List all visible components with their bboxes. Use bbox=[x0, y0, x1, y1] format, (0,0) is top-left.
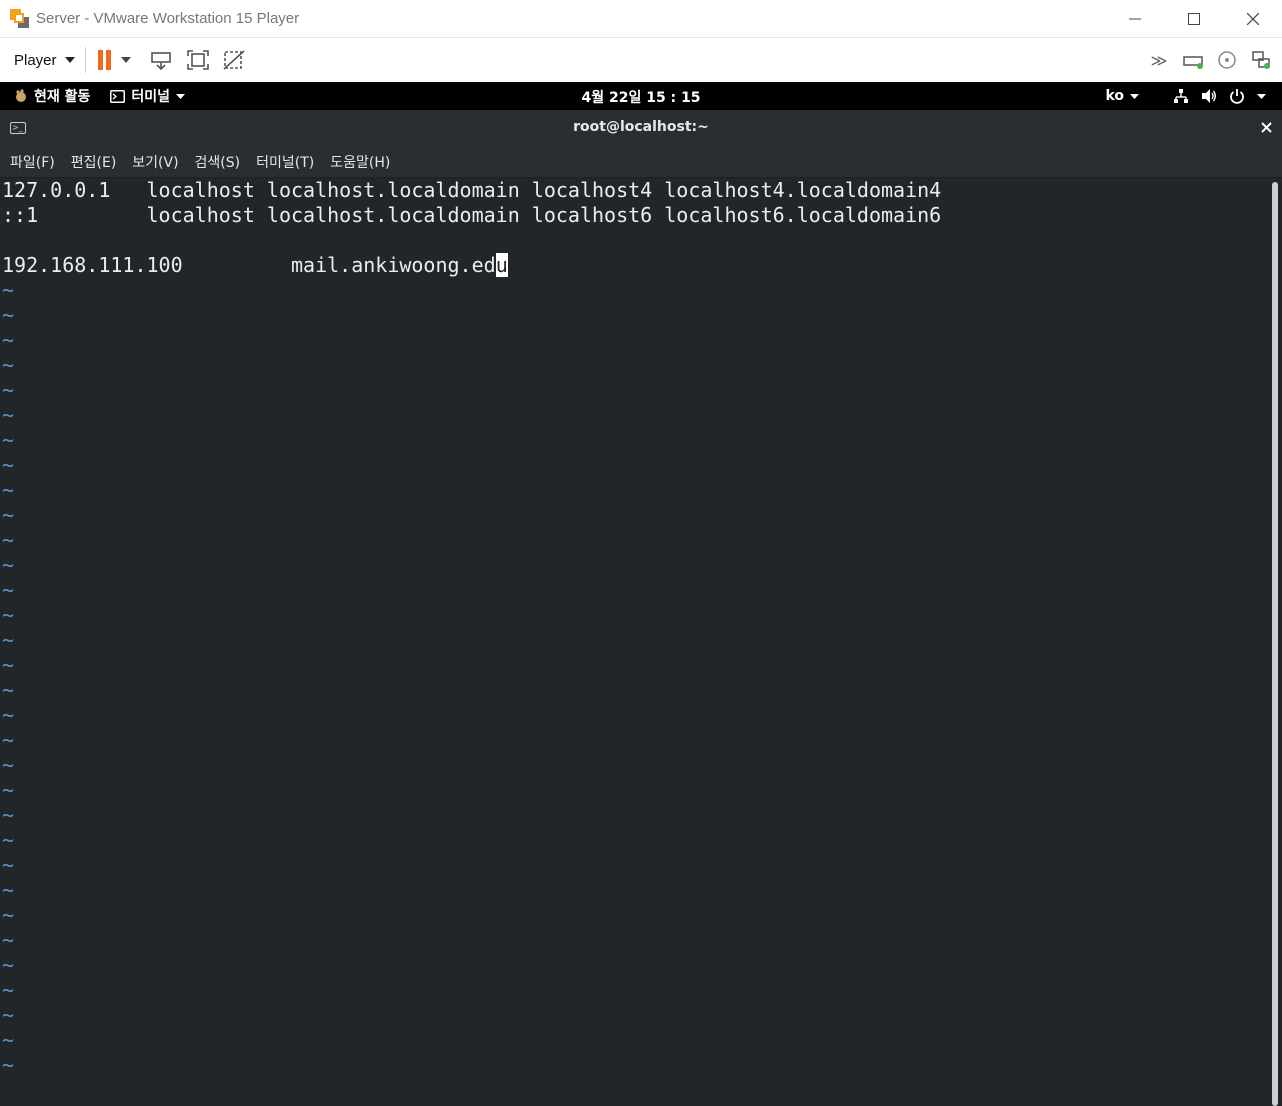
terminal-headerbar: >_ root@localhost:~ bbox=[0, 110, 1282, 146]
close-button[interactable] bbox=[1223, 0, 1282, 38]
activities-label: 현재 활동 bbox=[34, 89, 91, 105]
input-language-label: ko bbox=[1105, 88, 1124, 104]
vim-empty-line-tilde: ~ bbox=[2, 978, 15, 1002]
vim-empty-line-tilde: ~ bbox=[2, 778, 15, 802]
vim-empty-line-tilde: ~ bbox=[2, 653, 15, 677]
fullscreen-button[interactable] bbox=[185, 47, 211, 73]
unity-mode-button[interactable] bbox=[221, 47, 247, 73]
vim-empty-line-tilde: ~ bbox=[2, 353, 15, 377]
vim-buffer[interactable]: 127.0.0.1 localhost localhost.localdomai… bbox=[2, 178, 1267, 1078]
minimize-icon bbox=[1128, 18, 1141, 20]
menu-file[interactable]: 파일(F) bbox=[10, 152, 55, 172]
chevron-down-icon bbox=[1257, 93, 1266, 99]
vim-empty-line-tilde: ~ bbox=[2, 1053, 15, 1077]
close-icon bbox=[1246, 13, 1259, 25]
vim-empty-line-tilde: ~ bbox=[2, 278, 15, 302]
menu-search[interactable]: 검색(S) bbox=[195, 152, 241, 172]
vim-empty-line-tilde: ~ bbox=[2, 403, 15, 427]
terminal-body[interactable]: 127.0.0.1 localhost localhost.localdomai… bbox=[0, 178, 1282, 1106]
chevron-down-icon bbox=[176, 93, 186, 99]
maximize-button[interactable] bbox=[1164, 0, 1223, 38]
menu-edit[interactable]: 편집(E) bbox=[71, 152, 117, 172]
menu-view[interactable]: 보기(V) bbox=[132, 152, 178, 172]
vim-empty-line-tilde: ~ bbox=[2, 878, 15, 902]
menu-help[interactable]: 도움말(H) bbox=[330, 152, 390, 172]
pause-dropdown-chevron-icon[interactable] bbox=[120, 57, 131, 63]
input-method-menu[interactable]: ko bbox=[1105, 88, 1139, 104]
buffer-line bbox=[2, 228, 1267, 253]
text-cursor: u bbox=[495, 253, 508, 277]
pause-icon bbox=[97, 50, 103, 70]
vim-empty-line-tilde: ~ bbox=[2, 603, 15, 627]
buffer-line-current: 192.168.111.100 mail.ankiwoong.edu bbox=[2, 253, 1267, 278]
vim-empty-line-tilde: ~ bbox=[2, 1028, 15, 1052]
terminal-close-button[interactable] bbox=[1261, 118, 1272, 137]
vim-empty-line-tilde: ~ bbox=[2, 703, 15, 727]
network-wired-icon bbox=[1174, 89, 1188, 103]
activities-button[interactable]: 현재 활동 bbox=[14, 86, 90, 106]
chevron-down-icon bbox=[1130, 93, 1139, 99]
unity-icon bbox=[222, 50, 245, 70]
terminal-app-icon bbox=[110, 89, 126, 103]
vim-empty-line-tilde: ~ bbox=[2, 853, 15, 877]
pause-button[interactable] bbox=[97, 50, 111, 70]
power-icon bbox=[1230, 89, 1244, 104]
chevron-down-icon bbox=[64, 57, 75, 63]
app-menu-label: 터미널 bbox=[131, 89, 171, 105]
close-icon bbox=[1261, 122, 1272, 133]
volume-icon bbox=[1202, 89, 1216, 103]
gnome-foot-icon bbox=[16, 89, 26, 102]
terminal-tab-icon[interactable]: >_ bbox=[10, 122, 26, 134]
vim-empty-line-tilde: ~ bbox=[2, 453, 15, 477]
buffer-line-text: 192.168.111.100 mail.ankiwoong.ed bbox=[2, 253, 496, 277]
vim-empty-line-tilde: ~ bbox=[2, 628, 15, 652]
vim-empty-line-tilde: ~ bbox=[2, 803, 15, 827]
app-menu-button[interactable]: 터미널 bbox=[110, 86, 186, 106]
clock[interactable]: 4월 22일 15 : 15 bbox=[581, 90, 700, 106]
network-adapter-icon[interactable] bbox=[1248, 47, 1274, 73]
window-titlebar: Server - VMware Workstation 15 Player bbox=[0, 0, 1282, 38]
vim-empty-line-tilde: ~ bbox=[2, 678, 15, 702]
toolbar-divider bbox=[84, 47, 86, 73]
vim-empty-line-tilde: ~ bbox=[2, 903, 15, 927]
ctrl-alt-del-icon bbox=[150, 52, 171, 71]
vim-empty-line-tilde: ~ bbox=[2, 428, 15, 452]
more-devices-icon[interactable]: ≫ bbox=[1146, 47, 1172, 73]
hard-disk-icon[interactable] bbox=[1180, 47, 1206, 73]
player-menu-button[interactable]: Player bbox=[14, 52, 75, 69]
vim-empty-line-tilde: ~ bbox=[2, 478, 15, 502]
player-menu-label: Player bbox=[14, 51, 57, 69]
system-menu[interactable] bbox=[1173, 88, 1266, 104]
menu-terminal[interactable]: 터미널(T) bbox=[256, 152, 314, 172]
vim-empty-line-tilde: ~ bbox=[2, 1003, 15, 1027]
vim-empty-line-tilde: ~ bbox=[2, 728, 15, 752]
vim-empty-line-tilde: ~ bbox=[2, 553, 15, 577]
buffer-line: 127.0.0.1 localhost localhost.localdomai… bbox=[2, 178, 942, 202]
vim-empty-line-tilde: ~ bbox=[2, 753, 15, 777]
fullscreen-icon bbox=[186, 50, 209, 70]
vim-empty-line-tilde: ~ bbox=[2, 328, 15, 352]
vim-empty-line-tilde: ~ bbox=[2, 503, 15, 527]
cd-dvd-icon[interactable] bbox=[1214, 47, 1240, 73]
minimize-button[interactable] bbox=[1105, 0, 1164, 38]
vim-empty-line-tilde: ~ bbox=[2, 953, 15, 977]
vim-empty-line-tilde: ~ bbox=[2, 303, 15, 327]
vim-empty-line-tilde: ~ bbox=[2, 578, 15, 602]
vim-empty-line-tilde: ~ bbox=[2, 378, 15, 402]
maximize-icon bbox=[1187, 13, 1200, 25]
vim-empty-line-tilde: ~ bbox=[2, 828, 15, 852]
terminal-menubar: 파일(F) 편집(E) 보기(V) 검색(S) 터미널(T) 도움말(H) bbox=[0, 146, 1282, 178]
buffer-line: ::1 localhost localhost.localdomain loca… bbox=[2, 203, 942, 227]
gnome-top-bar: 현재 활동 터미널 4월 22일 15 : 15 ko bbox=[0, 82, 1282, 110]
send-ctrl-alt-del-button[interactable] bbox=[149, 47, 175, 73]
vim-empty-line-tilde: ~ bbox=[2, 528, 15, 552]
terminal-title: root@localhost:~ bbox=[573, 119, 709, 135]
window-title: Server - VMware Workstation 15 Player bbox=[36, 10, 300, 27]
player-toolbar: Player ≫ bbox=[0, 38, 1282, 82]
terminal-scrollbar[interactable] bbox=[1272, 182, 1278, 1106]
vmware-logo-icon bbox=[10, 8, 30, 29]
vim-empty-line-tilde: ~ bbox=[2, 928, 15, 952]
